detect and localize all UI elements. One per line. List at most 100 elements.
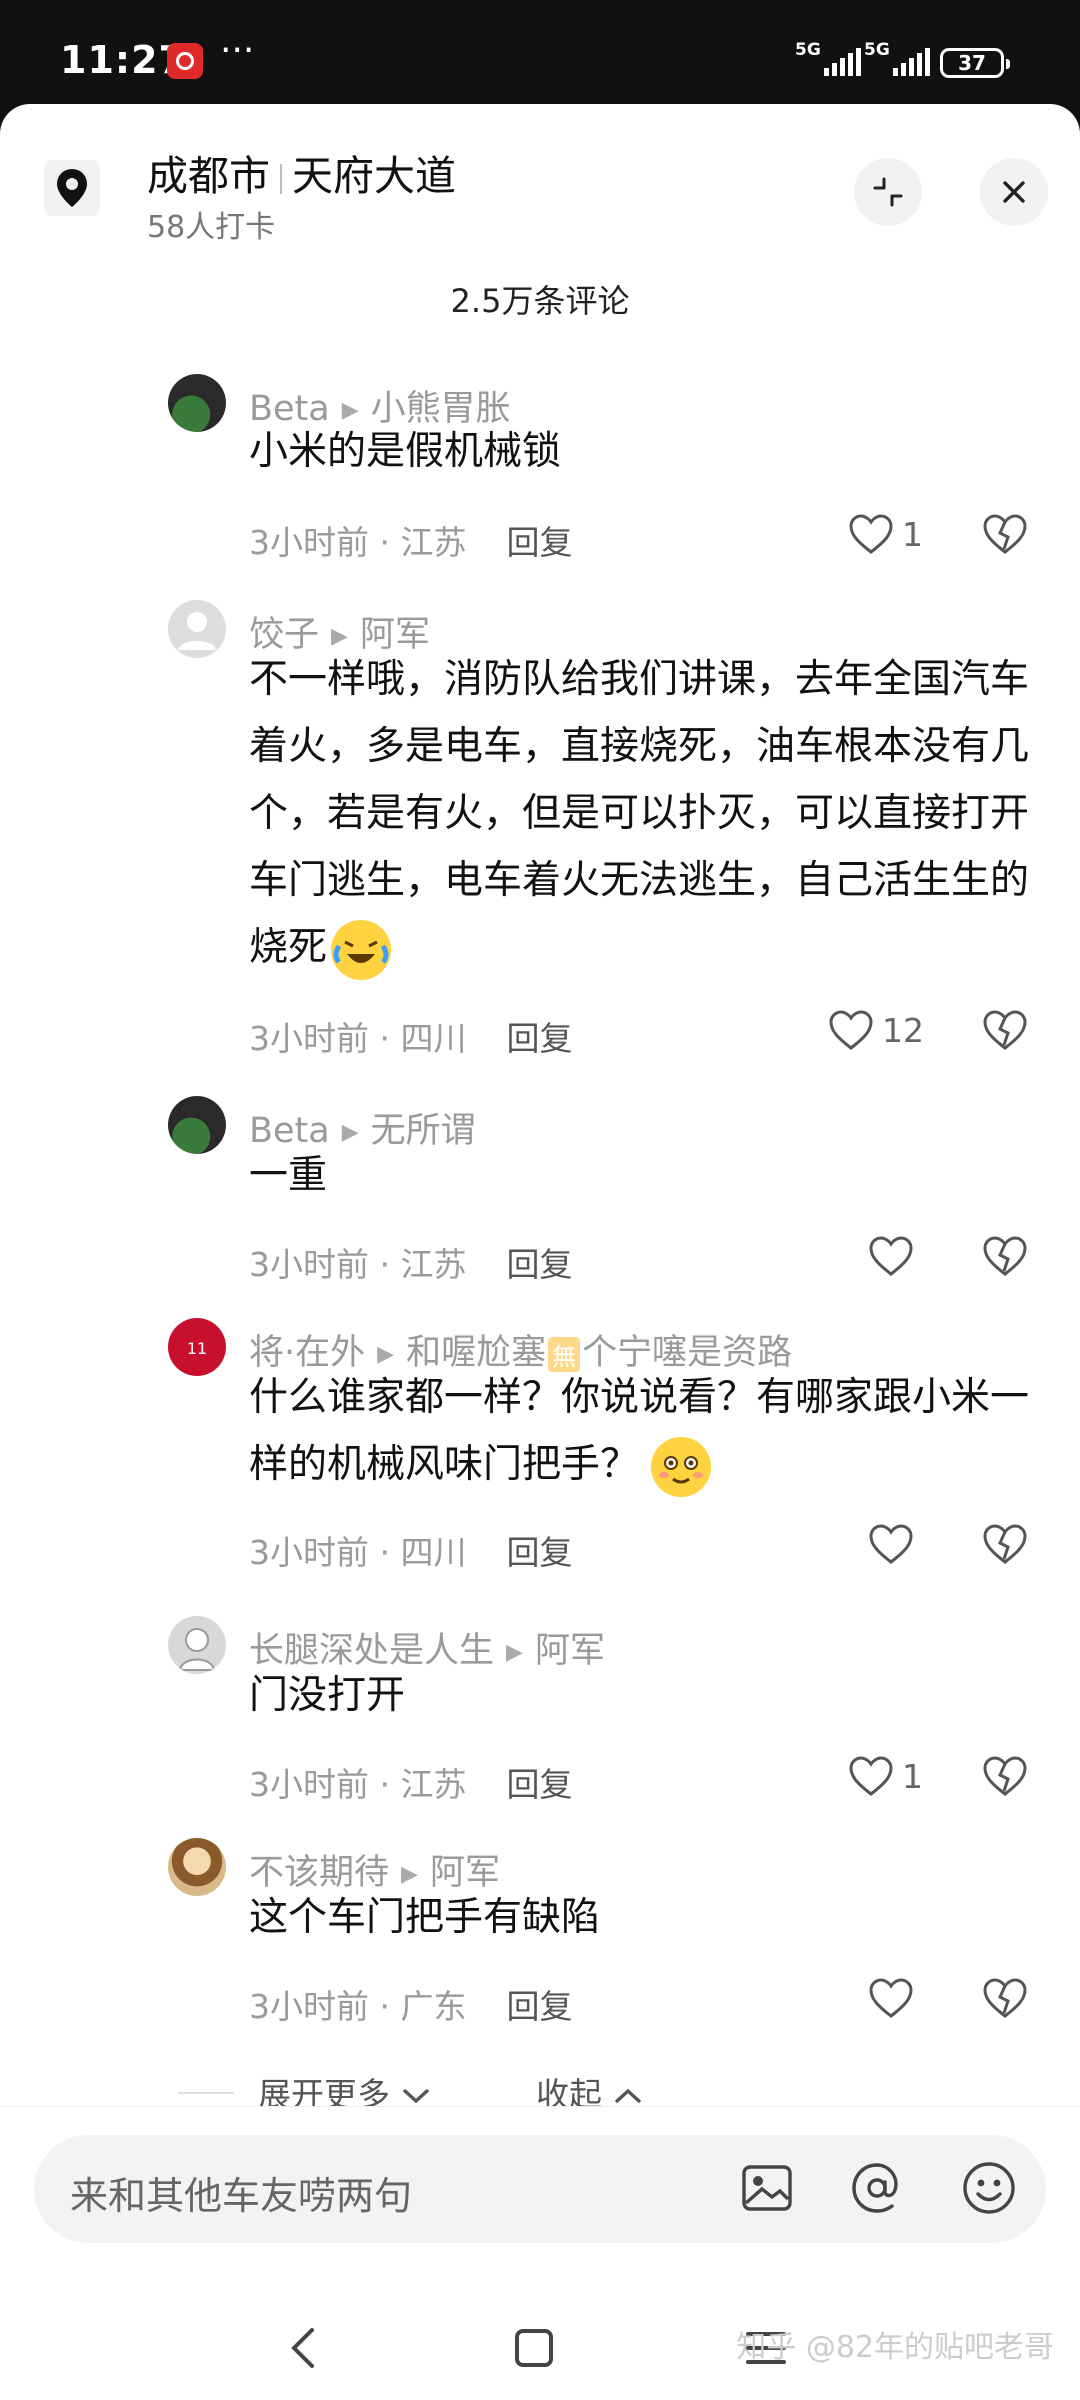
mention-icon[interactable] [846, 2157, 908, 2219]
comment-text: 不一样哦，消防队给我们讲课，去年全国汽车着火，多是电车，直接烧死，油车根本没有几… [249, 646, 1029, 981]
comment-input-bar: 来和其他车友唠两句 [0, 2106, 1080, 2297]
shrink-icon [873, 177, 903, 207]
comment-text: 小米的是假机械锁 [249, 429, 562, 474]
network-type-label-2: 5G [864, 40, 890, 60]
like-button[interactable] [868, 1523, 914, 1565]
comment-region: 江苏 [400, 1245, 467, 1284]
avatar[interactable] [168, 1096, 226, 1154]
system-nav-bar: 知乎 @82年的贴吧老哥 [0, 2296, 1080, 2400]
avatar[interactable] [168, 1616, 226, 1674]
comment-time: 3小时前 [249, 1019, 369, 1058]
more-notifications-icon: ··· [220, 30, 255, 71]
comment-meta: 3小时前 · 四川 回复 [249, 1533, 573, 1572]
comment-region: 广东 [400, 1987, 467, 2026]
comment-region: 江苏 [400, 1765, 467, 1804]
broken-heart-icon [983, 1236, 1027, 1276]
comment-meta: 3小时前 · 江苏 回复 [249, 523, 573, 562]
reply-arrow-icon: ▶ [401, 1861, 418, 1887]
minimize-button[interactable] [854, 158, 922, 226]
comment-text: 这个车门把手有缺陷 [249, 1895, 601, 1940]
status-bar: 11:27 ··· 5G 5G 37 [0, 0, 1080, 104]
dislike-button[interactable] [982, 513, 1028, 559]
like-count: 1 [902, 1756, 923, 1796]
comment-meta: 3小时前 · 广东 回复 [249, 1987, 573, 2026]
broken-heart-icon [983, 1978, 1027, 2018]
location-pin-icon [44, 160, 100, 216]
avatar[interactable] [168, 1838, 226, 1896]
comment-region: 四川 [400, 1533, 467, 1572]
dislike-button[interactable] [982, 1523, 1028, 1569]
signal-icon: 5G [795, 40, 861, 76]
comment-meta: 3小时前 · 四川 回复 [249, 1019, 573, 1058]
blush-emoji-icon [651, 1436, 712, 1497]
reply-button[interactable]: 回复 [506, 1019, 572, 1058]
comment-region: 江苏 [400, 523, 467, 562]
location-road: 天府大道 [292, 152, 456, 200]
comment-time: 3小时前 [249, 523, 369, 562]
dislike-button[interactable] [982, 1977, 1028, 2023]
comment-count: 2.5万条评论 [450, 282, 630, 320]
reply-button[interactable]: 回复 [506, 1987, 572, 2026]
broken-heart-icon [983, 514, 1027, 554]
like-count: 1 [902, 514, 923, 554]
broken-heart-icon [983, 1524, 1027, 1564]
signal-icon-2: 5G [864, 40, 930, 76]
dislike-button[interactable] [982, 1009, 1028, 1055]
home-button[interactable] [512, 2326, 556, 2374]
heart-icon [849, 1756, 893, 1796]
laugh-cry-emoji-icon [331, 919, 392, 980]
like-button[interactable] [868, 1977, 914, 2019]
chevron-up-icon [614, 2088, 641, 2103]
network-type-label: 5G [795, 40, 821, 60]
back-button[interactable] [282, 2324, 326, 2376]
like-button[interactable]: 1 [848, 513, 923, 555]
comment-input[interactable]: 来和其他车友唠两句 [34, 2135, 1046, 2243]
like-button[interactable]: 1 [848, 1755, 923, 1797]
heart-icon [869, 1978, 913, 2018]
heart-icon [869, 1236, 913, 1276]
dislike-button[interactable] [982, 1235, 1028, 1281]
reply-arrow-icon: ▶ [341, 1119, 359, 1145]
home-icon [515, 2329, 553, 2367]
back-icon [291, 2328, 314, 2368]
comment-text: 什么谁家都一样？你说说看？有哪家跟小米一样的机械风味门把手？ [249, 1364, 1029, 1498]
location-title[interactable]: 成都市 天府大道 [147, 142, 456, 202]
reply-button[interactable]: 回复 [506, 1245, 572, 1284]
comment-region: 四川 [400, 1019, 467, 1058]
image-icon[interactable] [736, 2157, 798, 2219]
battery-icon: 37 [940, 48, 1010, 78]
reply-button[interactable]: 回复 [506, 1533, 572, 1572]
broken-heart-icon [983, 1756, 1027, 1796]
svg-text:11: 11 [187, 1339, 207, 1358]
comment-text: 门没打开 [249, 1673, 406, 1718]
heart-icon [849, 514, 893, 554]
comments-sheet: 成都市 天府大道 58人打卡 2.5万条评论 Beta ▶ 小熊胃胀 小米的是假机械锁… [0, 104, 1080, 2400]
dislike-button[interactable] [982, 1755, 1028, 1801]
comment-time: 3小时前 [249, 1987, 369, 2026]
avatar[interactable] [168, 374, 226, 432]
reply-arrow-icon: ▶ [377, 1341, 395, 1367]
chevron-down-icon [402, 2089, 429, 2104]
emoji-icon[interactable] [958, 2157, 1020, 2219]
like-button[interactable] [868, 1235, 914, 1277]
comment-meta: 3小时前 · 江苏 回复 [249, 1245, 573, 1284]
reply-button[interactable]: 回复 [506, 1765, 572, 1804]
comment-time: 3小时前 [249, 1765, 369, 1804]
reply-button[interactable]: 回复 [506, 523, 572, 562]
avatar[interactable]: 11 [168, 1318, 226, 1376]
divider-line [178, 2092, 234, 2094]
like-button[interactable]: 12 [828, 1009, 924, 1051]
comment-time: 3小时前 [249, 1245, 369, 1284]
heart-icon [869, 1524, 913, 1564]
app-notification-icon [167, 43, 203, 79]
like-count: 12 [882, 1010, 924, 1050]
close-button[interactable] [980, 158, 1048, 226]
comment-time: 3小时前 [249, 1533, 369, 1572]
checkin-count: 58人打卡 [147, 210, 276, 245]
comment-text-content: 什么谁家都一样？你说说看？有哪家跟小米一样的机械风味门把手？ [249, 1375, 1030, 1487]
comment-meta: 3小时前 · 江苏 回复 [249, 1765, 573, 1804]
heart-icon [829, 1010, 873, 1050]
avatar[interactable] [168, 600, 226, 658]
watermark: 知乎 @82年的贴吧老哥 [736, 2330, 1054, 2365]
comment-input-placeholder: 来和其他车友唠两句 [70, 2174, 413, 2218]
